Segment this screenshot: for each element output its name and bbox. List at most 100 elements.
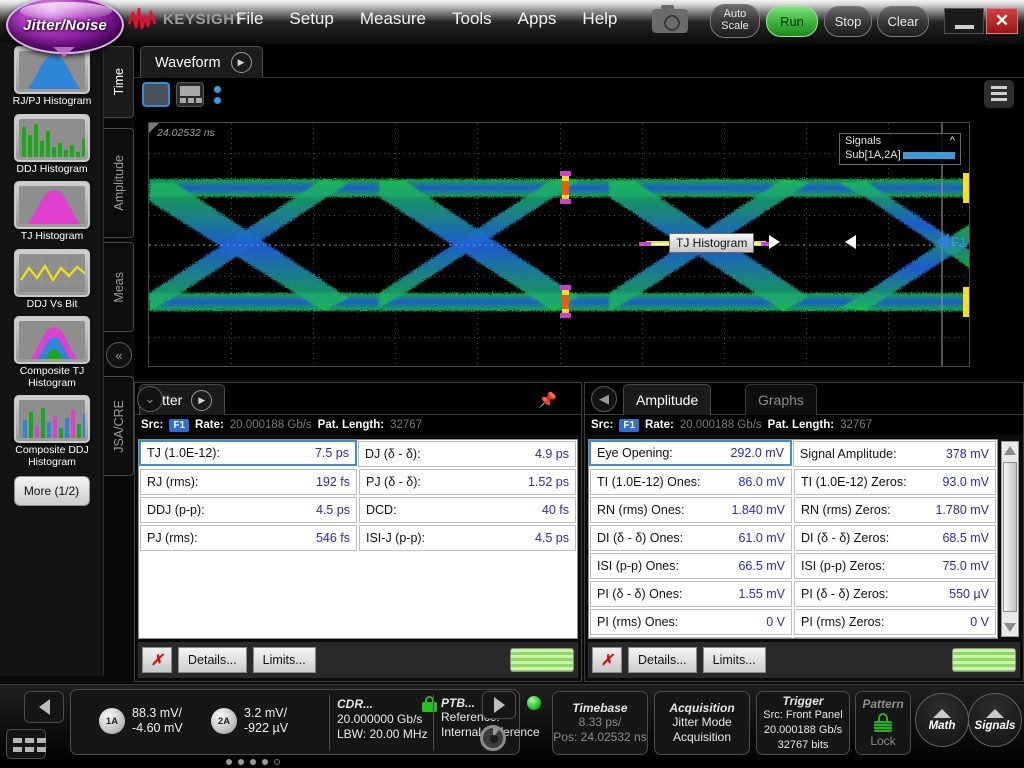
tab-graphs[interactable]: Graphs	[745, 384, 817, 415]
math-knob-button[interactable]: Math	[915, 693, 969, 747]
measurement-cell-ber-limit[interactable]: BER Limit: Not Limited	[794, 637, 996, 639]
auto-scale-button[interactable]: Auto Scale	[710, 4, 760, 38]
status-page-dots[interactable]	[226, 759, 280, 765]
marker-arrow-left-icon[interactable]	[845, 235, 856, 249]
table-row[interactable]: PI (rms) Ones: 0 V PI (rms) Zeros: 0 V	[589, 608, 997, 636]
menu-measure[interactable]: Measure	[360, 9, 426, 29]
measurement-cell-ddj[interactable]: DDJ (p-p): 4.5 ps	[140, 497, 357, 523]
jitter-play-icon[interactable]: ▶	[191, 390, 212, 411]
amplitude-prev-chevron-left-icon[interactable]: ◀	[591, 386, 617, 412]
app-launcher-button[interactable]	[6, 729, 46, 759]
tab-amplitude[interactable]: Amplitude	[623, 384, 711, 415]
screenshot-camera-icon[interactable]	[652, 9, 688, 33]
measurement-cell-pi-rms-ones[interactable]: PI (rms) Ones: 0 V	[590, 609, 792, 635]
table-row[interactable]: TJ (1.0E-12): 7.5 ps DJ (δ - δ): 4.9 ps	[139, 440, 577, 468]
amplitude-details-button[interactable]: Details...	[628, 647, 697, 673]
menu-apps[interactable]: Apps	[518, 9, 557, 29]
measurement-cell-ti-zeros[interactable]: TI (1.0E-12) Zeros: 93.0 mV	[794, 469, 996, 495]
measurement-cell-di-zeros[interactable]: DI (δ - δ) Zeros: 68.5 mV	[794, 525, 996, 551]
waveform-play-icon[interactable]: ▶	[231, 52, 252, 73]
jitter-measurement-grid[interactable]: TJ (1.0E-12): 7.5 ps DJ (δ - δ): 4.9 ps …	[138, 439, 578, 639]
settings-gear-icon[interactable]	[480, 725, 506, 751]
vtab-jsa-cre[interactable]: JSA/CRE	[104, 376, 134, 476]
vtab-time[interactable]: Time	[104, 46, 134, 118]
signals-legend-entry[interactable]: Sub[1A,2A]	[840, 148, 960, 164]
mode-badge-chevron-down-icon[interactable]	[53, 47, 75, 57]
measurement-cell-rj[interactable]: RJ (rms): 192 fs	[140, 469, 357, 495]
vtab-amplitude[interactable]: Amplitude	[104, 128, 134, 238]
timebase-block[interactable]: Timebase 8.33 ps/ Pos: 24.02532 ns	[552, 691, 648, 755]
measurement-cell-eye-opening[interactable]: Eye Opening: 292.0 mV	[589, 440, 792, 466]
table-row[interactable]: Eye Opening: 292.0 mV Signal Amplitude: …	[589, 440, 997, 468]
measurement-cell-pi-dd-ones[interactable]: PI (δ - δ) Ones: 1.55 mV	[590, 581, 792, 607]
table-row[interactable]: RN (rms) Ones: 1.840 mV RN (rms) Zeros: …	[589, 496, 997, 524]
menu-file[interactable]: File	[236, 9, 263, 29]
clear-button[interactable]: Clear	[877, 6, 929, 37]
amplitude-measurement-grid[interactable]: Eye Opening: 292.0 mV Signal Amplitude: …	[588, 439, 998, 639]
sidebar-item-composite-tj-histogram[interactable]: Composite TJ Histogram	[0, 312, 104, 391]
collapse-panel-icon[interactable]: «	[106, 342, 132, 368]
table-row[interactable]: ISI (p-p) Ones: 66.5 mV ISI (p-p) Zeros:…	[589, 552, 997, 580]
acquisition-block[interactable]: Acquisition Jitter Mode Acquisition	[654, 691, 750, 755]
jitter-src-value[interactable]: F1	[169, 419, 189, 432]
multi-grid-layout-button[interactable]	[176, 82, 204, 107]
measurement-cell-di-ones[interactable]: DI (δ - δ) Ones: 61.0 mV	[590, 525, 792, 551]
amplitude-src-value[interactable]: F1	[619, 419, 639, 432]
jitter-details-button[interactable]: Details...	[178, 647, 247, 673]
table-row[interactable]: DI (δ - δ) Ones: 61.0 mV DI (δ - δ) Zero…	[589, 524, 997, 552]
scroll-down-arrow-icon[interactable]	[1004, 623, 1016, 632]
stop-button[interactable]: Stop	[824, 6, 872, 37]
measurement-cell-ber-floor[interactable]: BER Floor: ≤ 1e-18	[590, 637, 792, 639]
measurement-cell-ti-ones[interactable]: TI (1.0E-12) Ones: 86.0 mV	[590, 469, 792, 495]
tab-waveform[interactable]: Waveform ▶	[140, 46, 263, 78]
table-row[interactable]: RJ (rms): 192 fs PJ (δ - δ): 1.52 ps	[139, 468, 577, 496]
signals-legend-box[interactable]: Signals ^ Sub[1A,2A]	[839, 133, 961, 165]
sidebar-item-composite-ddj-histogram[interactable]: Composite DDJ Histogram	[0, 391, 104, 470]
sidebar-item-ddj-histogram[interactable]: DDJ Histogram	[0, 110, 104, 178]
scrollbar-thumb[interactable]	[1003, 462, 1017, 612]
menu-help[interactable]: Help	[582, 9, 617, 29]
channel-1a[interactable]: 1A 88.3 mV/ -4.60 mV	[99, 706, 183, 736]
table-row[interactable]: TI (1.0E-12) Ones: 86.0 mV TI (1.0E-12) …	[589, 468, 997, 496]
jitter-close-results-button[interactable]: ✗	[142, 647, 172, 673]
sidebar-more-button[interactable]: More (1/2)	[14, 476, 90, 506]
signals-knob-button[interactable]: Signals	[968, 693, 1022, 747]
menu-tools[interactable]: Tools	[452, 9, 492, 29]
f1-function-pointer[interactable]: F1	[936, 233, 967, 251]
jitter-collapse-chevrons-down-icon[interactable]: ⌄	[137, 386, 163, 412]
measurement-cell-signal-amplitude[interactable]: Signal Amplitude: 378 mV	[793, 441, 996, 467]
status-prev-arrow-button[interactable]	[24, 691, 64, 723]
measurement-cell-dcd[interactable]: DCD: 40 fs	[359, 497, 576, 523]
close-button[interactable]: ✕	[986, 8, 1018, 34]
jitter-limits-button[interactable]: Limits...	[253, 647, 316, 673]
measurement-cell-isi-j[interactable]: ISI-J (p-p): 4.5 ps	[359, 525, 576, 551]
measurement-cell-tj[interactable]: TJ (1.0E-12): 7.5 ps	[139, 440, 357, 466]
waveform-menu-icon[interactable]	[984, 80, 1014, 108]
menu-setup[interactable]: Setup	[289, 9, 333, 29]
measurement-cell-rn-ones[interactable]: RN (rms) Ones: 1.840 mV	[590, 497, 792, 523]
jitter-pin-icon[interactable]: 📌	[538, 391, 557, 409]
table-row[interactable]: PI (δ - δ) Ones: 1.55 mV PI (δ - δ) Zero…	[589, 580, 997, 608]
table-row[interactable]: DDJ (p-p): 4.5 ps DCD: 40 fs	[139, 496, 577, 524]
pattern-lock-block[interactable]: Pattern Lock	[855, 691, 911, 755]
cdr-block[interactable]: CDR... 20.000000 Gb/s LBW: 20.00 MHz	[337, 696, 437, 742]
amplitude-scrollbar[interactable]	[1001, 441, 1019, 637]
tj-histogram-marker-label[interactable]: TJ Histogram	[669, 233, 754, 253]
measurement-cell-pj-rms[interactable]: PJ (rms): 546 fs	[140, 525, 357, 551]
measurement-cell-pi-rms-zeros[interactable]: PI (rms) Zeros: 0 V	[794, 609, 996, 635]
sidebar-item-tj-histogram[interactable]: TJ Histogram	[0, 177, 104, 245]
vtab-meas[interactable]: Meas	[104, 242, 134, 332]
measurement-cell-pi-dd-zeros[interactable]: PI (δ - δ) Zeros: 550 µV	[794, 581, 996, 607]
status-next-arrow-button[interactable]	[482, 691, 516, 719]
measurement-cell-isi-ones[interactable]: ISI (p-p) Ones: 66.5 mV	[590, 553, 792, 579]
single-grid-layout-button[interactable]	[142, 82, 170, 107]
signals-collapse-chevron-up-icon[interactable]: ^	[950, 135, 955, 147]
sidebar-item-ddj-vs-bit[interactable]: DDJ Vs Bit	[0, 245, 104, 313]
table-row[interactable]: PJ (rms): 546 fs ISI-J (p-p): 4.5 ps	[139, 524, 577, 552]
table-row[interactable]: BER Floor: ≤ 1e-18 BER Limit: Not Limite…	[589, 636, 997, 639]
run-button[interactable]: Run	[766, 6, 818, 37]
measurement-cell-dj[interactable]: DJ (δ - δ): 4.9 ps	[358, 441, 576, 467]
marker-arrow-right-icon[interactable]	[769, 235, 780, 249]
amplitude-close-results-button[interactable]: ✗	[592, 647, 622, 673]
amplitude-limits-button[interactable]: Limits...	[703, 647, 766, 673]
